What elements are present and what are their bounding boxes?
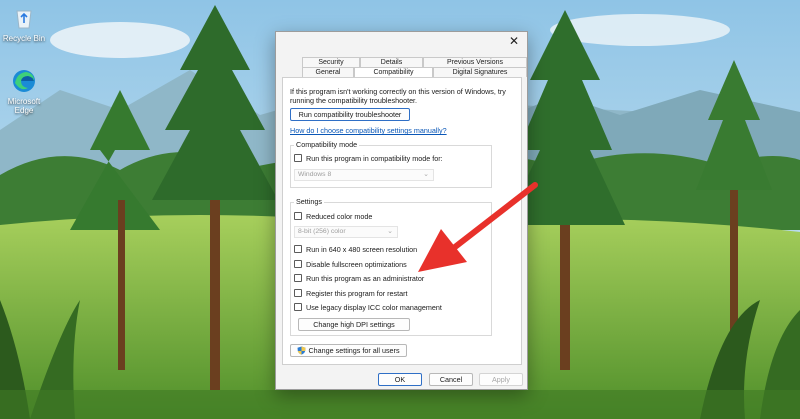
checkbox-label: Run this program as an administrator: [306, 273, 425, 283]
compatibility-mode-group: Compatibility mode Run this program in c…: [290, 140, 492, 188]
properties-dialog: ✕ Security Details Previous Versions Gen…: [275, 31, 528, 390]
button-label: Change settings for all users: [308, 346, 400, 355]
group-title: Settings: [294, 197, 324, 206]
apply-button[interactable]: Apply: [479, 373, 523, 386]
select-value: 8-bit (256) color: [298, 228, 346, 235]
intro-text: If this program isn't working correctly …: [290, 87, 506, 105]
change-dpi-button[interactable]: Change high DPI settings: [298, 318, 410, 331]
os-version-select[interactable]: Windows 8 ⌄: [294, 169, 434, 181]
tab-details[interactable]: Details: [360, 57, 423, 67]
tab-row-bottom: General Compatibility Digital Signatures: [302, 67, 527, 78]
help-link[interactable]: How do I choose compatibility settings m…: [290, 126, 447, 135]
change-settings-all-users-button[interactable]: Change settings for all users: [290, 344, 407, 357]
desktop-icon-label: Microsoft Edge: [7, 97, 41, 115]
legacy-icc-checkbox-row[interactable]: Use legacy display ICC color management: [294, 302, 442, 312]
checkbox-label: Register this program for restart: [306, 288, 408, 298]
chevron-down-icon: ⌄: [387, 228, 393, 235]
checkbox-label: Use legacy display ICC color management: [306, 302, 442, 312]
tab-row-top: Security Details Previous Versions: [302, 57, 527, 67]
checkbox-label: Run in 640 x 480 screen resolution: [306, 244, 418, 254]
resolution-checkbox[interactable]: [294, 245, 302, 253]
run-troubleshooter-button[interactable]: Run compatibility troubleshooter: [290, 108, 410, 121]
chevron-down-icon: ⌄: [423, 171, 429, 178]
cancel-button[interactable]: Cancel: [429, 373, 473, 386]
desktop-icon-recycle-bin[interactable]: Recycle Bin: [2, 5, 46, 43]
legacy-icc-checkbox[interactable]: [294, 303, 302, 311]
register-restart-checkbox-row[interactable]: Register this program for restart: [294, 288, 407, 298]
fullscreen-opt-checkbox[interactable]: [294, 260, 302, 268]
uac-shield-icon: [297, 346, 306, 355]
run-as-admin-checkbox-row[interactable]: Run this program as an administrator: [294, 273, 424, 283]
desktop-icon-edge[interactable]: Microsoft Edge: [2, 68, 46, 115]
settings-group: Settings Reduced color mode 8-bit (256) …: [290, 197, 492, 336]
tab-previous-versions[interactable]: Previous Versions: [423, 57, 527, 67]
tab-security[interactable]: Security: [302, 57, 360, 67]
checkbox-label: Reduced color mode: [306, 211, 373, 221]
tab-digital-signatures[interactable]: Digital Signatures: [433, 67, 527, 77]
group-title: Compatibility mode: [294, 140, 360, 149]
compat-mode-checkbox[interactable]: [294, 154, 302, 162]
edge-browser-icon: [11, 68, 37, 94]
fullscreen-opt-checkbox-row[interactable]: Disable fullscreen optimizations: [294, 259, 407, 269]
recycle-bin-icon: [11, 5, 37, 31]
run-as-admin-checkbox[interactable]: [294, 274, 302, 282]
close-icon[interactable]: ✕: [507, 35, 521, 47]
select-value: Windows 8: [298, 171, 332, 178]
reduced-color-checkbox-row[interactable]: Reduced color mode: [294, 211, 372, 221]
checkbox-label: Disable fullscreen optimizations: [306, 259, 407, 269]
compatibility-panel: If this program isn't working correctly …: [282, 77, 522, 365]
compat-mode-checkbox-row[interactable]: Run this program in compatibility mode f…: [294, 153, 443, 163]
reduced-color-checkbox[interactable]: [294, 212, 302, 220]
desktop-icon-label: Recycle Bin: [2, 34, 46, 43]
color-depth-select[interactable]: 8-bit (256) color ⌄: [294, 226, 398, 238]
resolution-checkbox-row[interactable]: Run in 640 x 480 screen resolution: [294, 244, 417, 254]
register-restart-checkbox[interactable]: [294, 289, 302, 297]
tab-general[interactable]: General: [302, 67, 354, 77]
checkbox-label: Run this program in compatibility mode f…: [306, 153, 443, 163]
ok-button[interactable]: OK: [378, 373, 422, 386]
